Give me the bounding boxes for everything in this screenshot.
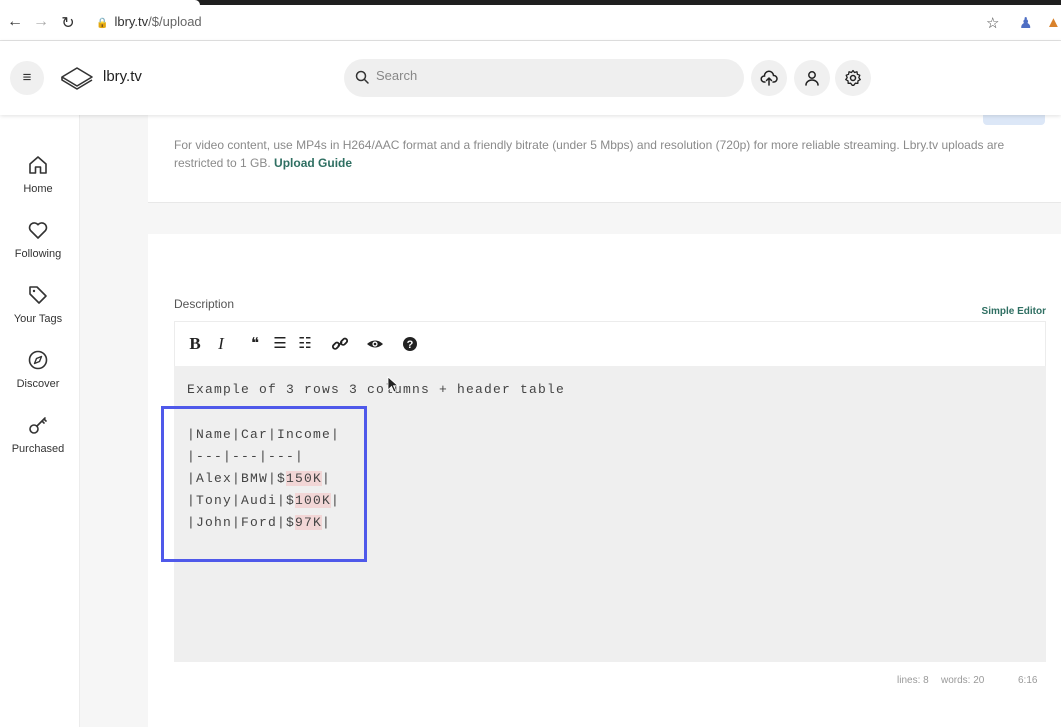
extension-icon[interactable]: ♟ <box>1019 14 1032 32</box>
annotation-highlight-box <box>161 406 367 562</box>
sidebar-item-home[interactable]: Home <box>0 153 76 195</box>
status-cursor: 6:16 <box>1018 675 1038 686</box>
description-label: Description <box>174 297 235 311</box>
quote-icon[interactable]: ❝ <box>245 334 265 354</box>
link-icon[interactable] <box>330 334 350 354</box>
sidebar-item-following[interactable]: Following <box>0 218 76 260</box>
heart-icon <box>28 222 48 239</box>
bulleted-list-icon[interactable]: ☰ <box>270 334 290 354</box>
tag-icon <box>29 286 47 304</box>
status-lines: lines: 8 <box>897 675 929 686</box>
sidebar: Home Following Your Tags Discover Purcha… <box>0 115 80 727</box>
simple-editor-toggle[interactable]: Simple Editor <box>982 306 1046 317</box>
upload-file-card: For video content, use MP4s in H264/AAC … <box>148 115 1061 203</box>
search-icon <box>355 70 369 84</box>
user-icon <box>805 71 819 86</box>
search-box[interactable] <box>344 59 744 97</box>
sidebar-item-label: Home <box>23 183 53 195</box>
menu-button[interactable]: ≡ <box>10 61 44 95</box>
brand-name[interactable]: lbry.tv <box>103 68 142 85</box>
account-button[interactable] <box>794 60 830 96</box>
key-icon <box>29 417 47 434</box>
sidebar-item-label: Following <box>14 248 62 260</box>
metamask-fox-icon[interactable]: ▲ <box>1046 14 1061 31</box>
url-field[interactable]: 🔒 lbry.tv/$/upload <box>96 14 202 29</box>
sidebar-item-label: Purchased <box>11 443 65 455</box>
sidebar-item-your-tags[interactable]: Your Tags <box>0 283 76 325</box>
back-arrow-icon[interactable]: ← <box>5 13 25 31</box>
status-words: words: 20 <box>941 675 985 686</box>
sidebar-item-discover[interactable]: Discover <box>0 348 76 390</box>
editor-line: Example of 3 rows 3 columns + header tab… <box>187 382 566 397</box>
compass-icon <box>28 350 48 370</box>
hamburger-icon: ≡ <box>22 69 32 86</box>
lock-icon: 🔒 <box>96 18 109 29</box>
italic-button[interactable]: I <box>211 334 231 354</box>
markdown-toolbar: B I ❝ ☰ ☷ ? <box>174 321 1046 366</box>
app-header: ≡ lbry.tv <box>0 41 1061 115</box>
bookmark-star-icon[interactable]: ☆ <box>986 14 999 32</box>
svg-text:?: ? <box>407 339 414 351</box>
lbry-logo-icon[interactable] <box>60 64 94 92</box>
upload-info-text: For video content, use MP4s in H264/AAC … <box>174 136 1034 172</box>
help-icon[interactable]: ? <box>400 334 420 354</box>
url-host: lbry.tv <box>114 14 149 29</box>
sidebar-item-purchased[interactable]: Purchased <box>0 413 76 455</box>
url-path: /$/upload <box>148 14 202 29</box>
mouse-cursor-icon <box>387 376 399 393</box>
browser-address-bar: ← → ↻ 🔒 lbry.tv/$/upload ☆ ♟ ▲ <box>0 5 1061 41</box>
search-input[interactable] <box>376 68 716 83</box>
reload-icon[interactable]: ↻ <box>58 13 78 33</box>
gear-icon <box>845 69 861 86</box>
upload-button-edge[interactable] <box>983 115 1045 125</box>
sidebar-item-label: Your Tags <box>13 313 63 325</box>
settings-button[interactable] <box>835 60 871 96</box>
numbered-list-icon[interactable]: ☷ <box>295 334 315 354</box>
upload-button[interactable] <box>751 60 787 96</box>
forward-arrow-icon[interactable]: → <box>31 13 51 31</box>
bold-button[interactable]: B <box>185 334 205 354</box>
preview-eye-icon[interactable] <box>365 334 385 354</box>
home-icon <box>29 156 47 174</box>
sidebar-item-label: Discover <box>16 378 60 390</box>
cloud-upload-icon <box>760 70 778 86</box>
upload-guide-link[interactable]: Upload Guide <box>274 156 352 170</box>
